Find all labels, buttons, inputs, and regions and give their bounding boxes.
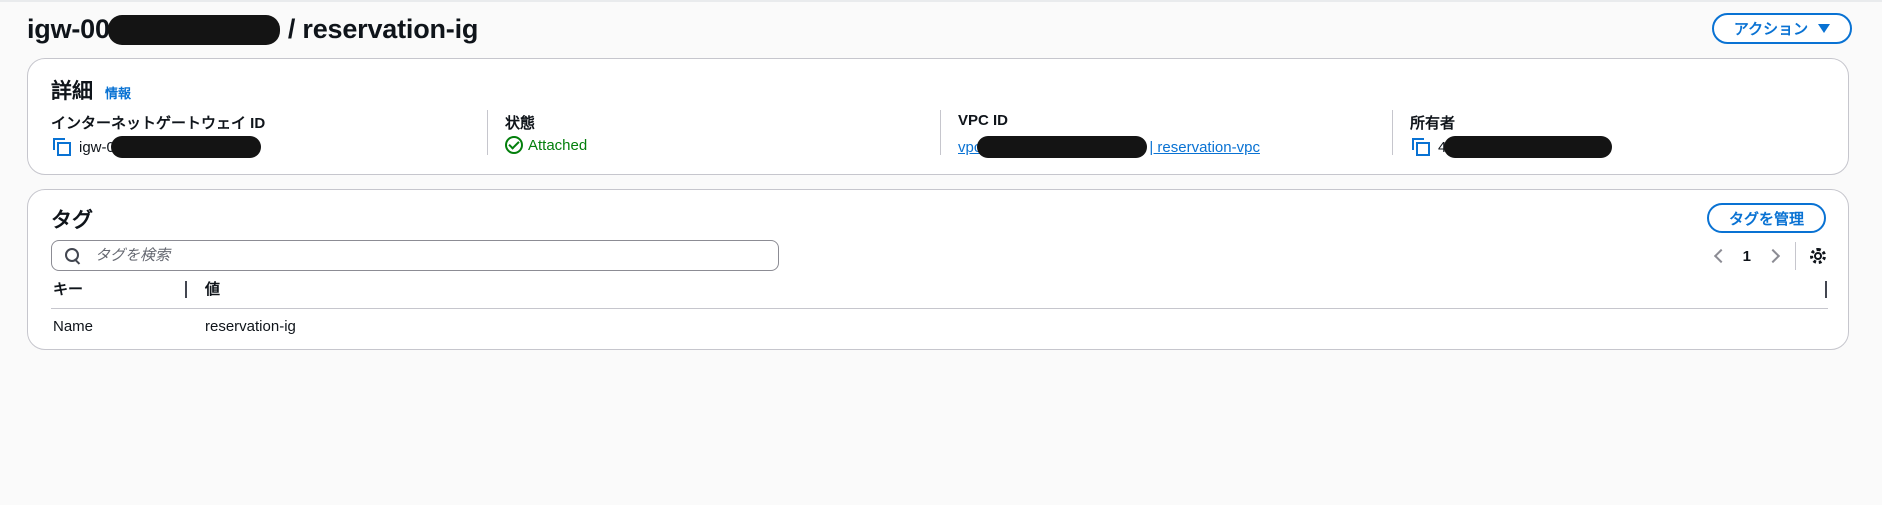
page-title-prefix: igw-00 xyxy=(27,14,110,44)
column-resizer[interactable] xyxy=(185,281,187,298)
field-igw-id: インターネットゲートウェイ ID igw-0 xyxy=(51,112,471,158)
status-text: Attached xyxy=(528,136,588,154)
status-value: Attached xyxy=(505,136,587,154)
column-header-value[interactable]: 値 xyxy=(205,278,220,299)
tag-key-cell: Name xyxy=(53,318,94,335)
gear-icon[interactable] xyxy=(1808,246,1828,266)
page-title: igw-00 / reservation-ig xyxy=(27,14,478,45)
pagination: 1 xyxy=(1713,242,1828,270)
vpc-name: | reservation-vpc xyxy=(1149,138,1260,156)
manage-tags-button[interactable]: タグを管理 xyxy=(1707,203,1826,233)
igw-id-value: igw-0 xyxy=(79,138,115,156)
field-label: インターネットゲートウェイ ID xyxy=(51,115,266,132)
divider xyxy=(940,110,941,155)
field-label: VPC ID xyxy=(958,112,1009,129)
top-border xyxy=(0,0,1882,2)
copy-icon[interactable] xyxy=(51,136,73,158)
chevron-left-icon[interactable] xyxy=(1713,248,1728,264)
vpc-link[interactable]: vpc | reservation-vpc xyxy=(958,136,1260,158)
actions-button-label: アクション xyxy=(1733,21,1809,38)
field-value: 4 xyxy=(1410,136,1613,158)
page-number[interactable]: 1 xyxy=(1743,248,1751,265)
field-label: 状態 xyxy=(505,115,536,132)
caret-down-icon xyxy=(1818,24,1831,33)
page-header: igw-00 / reservation-ig アクション xyxy=(27,6,1852,48)
divider xyxy=(487,110,488,155)
tag-search-input[interactable] xyxy=(95,247,735,264)
field-value: igw-0 xyxy=(51,136,261,158)
field-vpc-id: VPC ID vpc | reservation-vpc xyxy=(958,112,1378,158)
actions-button[interactable]: アクション xyxy=(1712,13,1852,44)
manage-tags-label: タグを管理 xyxy=(1728,210,1804,228)
column-header-key[interactable]: キー xyxy=(53,278,83,299)
details-container: 詳細 情報 インターネットゲートウェイ ID igw-0 状態 Attached… xyxy=(27,58,1849,175)
tags-container: タグ タグを管理 1 キー 値 Name reservation-ig xyxy=(27,189,1849,350)
redacted-id xyxy=(107,14,280,45)
table-header-divider xyxy=(51,308,1828,309)
details-title: 詳細 xyxy=(51,80,93,103)
chevron-right-icon[interactable] xyxy=(1765,248,1781,264)
field-owner: 所有者 4 xyxy=(1410,112,1810,158)
tag-value-cell: reservation-ig xyxy=(205,318,296,335)
tags-title: タグ xyxy=(51,209,93,232)
status-success-icon xyxy=(505,136,523,154)
search-icon xyxy=(65,247,81,264)
redacted-id xyxy=(110,136,261,158)
field-label: 所有者 xyxy=(1410,115,1456,132)
redacted-id xyxy=(1444,136,1613,158)
divider xyxy=(1392,110,1393,155)
field-state: 状態 Attached xyxy=(505,112,905,158)
column-resizer[interactable] xyxy=(1825,281,1827,298)
divider xyxy=(1795,242,1796,270)
tag-search xyxy=(51,240,779,271)
copy-icon[interactable] xyxy=(1410,136,1432,158)
info-link[interactable]: 情報 xyxy=(105,83,131,102)
redacted-id xyxy=(977,136,1148,158)
page-title-suffix: / reservation-ig xyxy=(287,14,479,44)
